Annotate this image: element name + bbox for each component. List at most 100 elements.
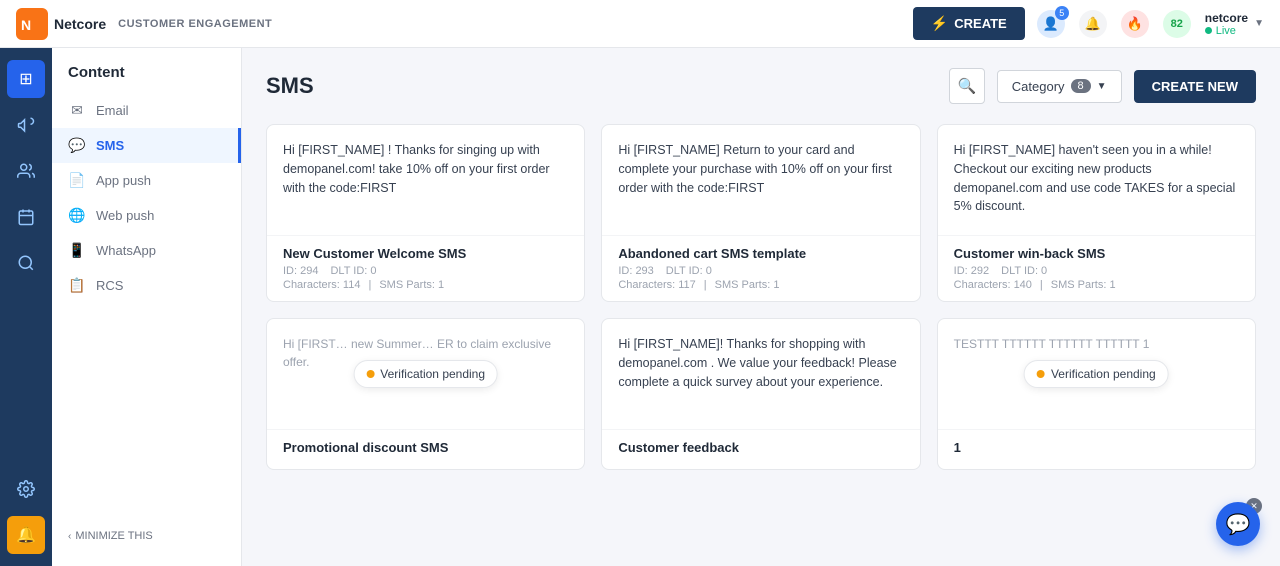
page-title: SMS [266, 73, 937, 99]
verification-dot-icon-2 [1037, 370, 1045, 378]
bell-nav-icon[interactable]: 🔔 [1079, 10, 1107, 38]
cards-grid: Hi [FIRST_NAME] ! Thanks for singing up … [266, 124, 1256, 470]
card-6-name: 1 [954, 440, 1239, 455]
verification-label-6: Verification pending [1051, 365, 1156, 383]
card-2-name: Abandoned cart SMS template [618, 246, 903, 261]
users-nav-icon[interactable]: 👤 5 [1037, 10, 1065, 38]
users-badge: 5 [1055, 6, 1069, 20]
card-1-stats: Characters: 114 | SMS Parts: 1 [283, 279, 568, 291]
card-2-footer: Abandoned cart SMS template ID: 293 DLT … [602, 235, 919, 301]
topnav: N Netcore CUSTOMER ENGAGEMENT ⚡ CREATE 👤… [0, 0, 1280, 48]
section-label: CUSTOMER ENGAGEMENT [118, 18, 272, 30]
live-badge: Live [1205, 25, 1248, 37]
card-4-body: Hi [FIRST… new Summer… ER to claim exclu… [267, 319, 584, 429]
live-dot [1205, 27, 1212, 34]
card-6[interactable]: TESTTT TTTTTT TTTTTT TTTTTT 1 Verificati… [937, 318, 1256, 470]
card-1-name: New Customer Welcome SMS [283, 246, 568, 261]
card-4[interactable]: Hi [FIRST… new Summer… ER to claim exclu… [266, 318, 585, 470]
sidebar-icon-notification[interactable]: 🔔 [7, 516, 45, 554]
logo: N Netcore [16, 8, 106, 40]
main-layout: ⊞ 🔔 Content ✉ Email 💬 SMS 📄 [0, 48, 1280, 566]
card-5-preview: Hi [FIRST_NAME]! Thanks for shopping wit… [618, 337, 896, 389]
whatsapp-icon: 📱 [68, 242, 86, 259]
sidebar-item-whatsapp-label: WhatsApp [96, 243, 156, 258]
sidebar-icon-users[interactable] [7, 152, 45, 190]
create-button[interactable]: ⚡ CREATE [913, 7, 1025, 40]
card-3[interactable]: Hi [FIRST_NAME] haven't seen you in a wh… [937, 124, 1256, 302]
chevron-down-icon: ▼ [1254, 18, 1264, 29]
content-area: SMS 🔍 Category 8 ▼ CREATE NEW Hi [FIRST_… [242, 48, 1280, 566]
card-2-body: Hi [FIRST_NAME] Return to your card and … [602, 125, 919, 235]
sms-icon: 💬 [68, 137, 86, 154]
live-status: Live [1216, 25, 1236, 37]
content-sidebar: Content ✉ Email 💬 SMS 📄 App push 🌐 Web p… [52, 48, 242, 566]
card-1-preview: Hi [FIRST_NAME] ! Thanks for singing up … [283, 143, 550, 195]
category-count: 8 [1071, 79, 1091, 93]
minimize-this[interactable]: ‹ MINIMIZE THIS [52, 522, 169, 550]
user-name: netcore [1205, 11, 1248, 25]
minimize-label: MINIMIZE THIS [75, 530, 152, 542]
create-new-button[interactable]: CREATE NEW [1134, 70, 1256, 103]
sidebar-item-rcs[interactable]: 📋 RCS [52, 268, 241, 303]
card-5[interactable]: Hi [FIRST_NAME]! Thanks for shopping wit… [601, 318, 920, 470]
card-1[interactable]: Hi [FIRST_NAME] ! Thanks for singing up … [266, 124, 585, 302]
card-5-footer: Customer feedback [602, 429, 919, 469]
card-1-meta: ID: 294 DLT ID: 0 [283, 265, 568, 277]
category-label: Category [1012, 79, 1065, 94]
sidebar-item-web-push-label: Web push [96, 208, 154, 223]
card-2-stats: Characters: 117 | SMS Parts: 1 [618, 279, 903, 291]
card-3-stats: Characters: 140 | SMS Parts: 1 [954, 279, 1239, 291]
sidebar-item-email[interactable]: ✉ Email [52, 93, 241, 128]
card-1-footer: New Customer Welcome SMS ID: 294 DLT ID:… [267, 235, 584, 301]
card-3-name: Customer win-back SMS [954, 246, 1239, 261]
points-nav-icon[interactable]: 82 [1163, 10, 1191, 38]
bolt-icon: ⚡ [931, 15, 948, 32]
sidebar-item-app-push[interactable]: 📄 App push [52, 163, 241, 198]
sms-header: SMS 🔍 Category 8 ▼ CREATE NEW [266, 68, 1256, 104]
search-button[interactable]: 🔍 [949, 68, 985, 104]
card-3-preview: Hi [FIRST_NAME] haven't seen you in a wh… [954, 143, 1236, 213]
verification-badge-6: Verification pending [1024, 360, 1169, 388]
card-2-meta: ID: 293 DLT ID: 0 [618, 265, 903, 277]
user-info[interactable]: netcore Live ▼ [1205, 11, 1264, 37]
chat-bubble[interactable]: 💬 [1216, 502, 1260, 546]
fire-nav-icon[interactable]: 🔥 [1121, 10, 1149, 38]
sidebar-item-email-label: Email [96, 103, 129, 118]
sidebar-item-whatsapp[interactable]: 📱 WhatsApp [52, 233, 241, 268]
sidebar-title: Content [52, 64, 241, 93]
sidebar-icon-grid[interactable]: ⊞ [7, 60, 45, 98]
svg-text:N: N [21, 17, 31, 33]
search-icon: 🔍 [957, 77, 976, 95]
logo-text: Netcore [54, 16, 106, 32]
chevron-left-icon: ‹ [68, 531, 71, 542]
chevron-down-icon: ▼ [1097, 81, 1107, 92]
category-filter[interactable]: Category 8 ▼ [997, 70, 1122, 103]
card-6-preview: TESTTT TTTTTT TTTTTT TTTTTT 1 [954, 337, 1150, 351]
sidebar-icon-search[interactable] [7, 244, 45, 282]
card-4-footer: Promotional discount SMS [267, 429, 584, 469]
verification-dot-icon [366, 370, 374, 378]
card-5-body: Hi [FIRST_NAME]! Thanks for shopping wit… [602, 319, 919, 429]
sidebar-item-rcs-label: RCS [96, 278, 123, 293]
sidebar-icon-calendar[interactable] [7, 198, 45, 236]
verification-label-4: Verification pending [380, 365, 485, 383]
card-4-name: Promotional discount SMS [283, 440, 568, 455]
web-push-icon: 🌐 [68, 207, 86, 224]
sidebar-item-sms[interactable]: 💬 SMS [52, 128, 241, 163]
rcs-icon: 📋 [68, 277, 86, 294]
sidebar-icon-settings[interactable] [7, 470, 45, 508]
card-1-body: Hi [FIRST_NAME] ! Thanks for singing up … [267, 125, 584, 235]
sidebar-item-sms-label: SMS [96, 138, 124, 153]
card-2[interactable]: Hi [FIRST_NAME] Return to your card and … [601, 124, 920, 302]
icon-sidebar: ⊞ 🔔 [0, 48, 52, 566]
card-5-name: Customer feedback [618, 440, 903, 455]
card-3-meta: ID: 292 DLT ID: 0 [954, 265, 1239, 277]
card-6-body: TESTTT TTTTTT TTTTTT TTTTTT 1 Verificati… [938, 319, 1255, 429]
sidebar-icon-megaphone[interactable] [7, 106, 45, 144]
app-push-icon: 📄 [68, 172, 86, 189]
card-6-footer: 1 [938, 429, 1255, 469]
nav-icons: 👤 5 🔔 🔥 82 netcore Live ▼ [1037, 10, 1264, 38]
email-icon: ✉ [68, 102, 86, 119]
card-2-preview: Hi [FIRST_NAME] Return to your card and … [618, 143, 892, 195]
sidebar-item-web-push[interactable]: 🌐 Web push [52, 198, 241, 233]
